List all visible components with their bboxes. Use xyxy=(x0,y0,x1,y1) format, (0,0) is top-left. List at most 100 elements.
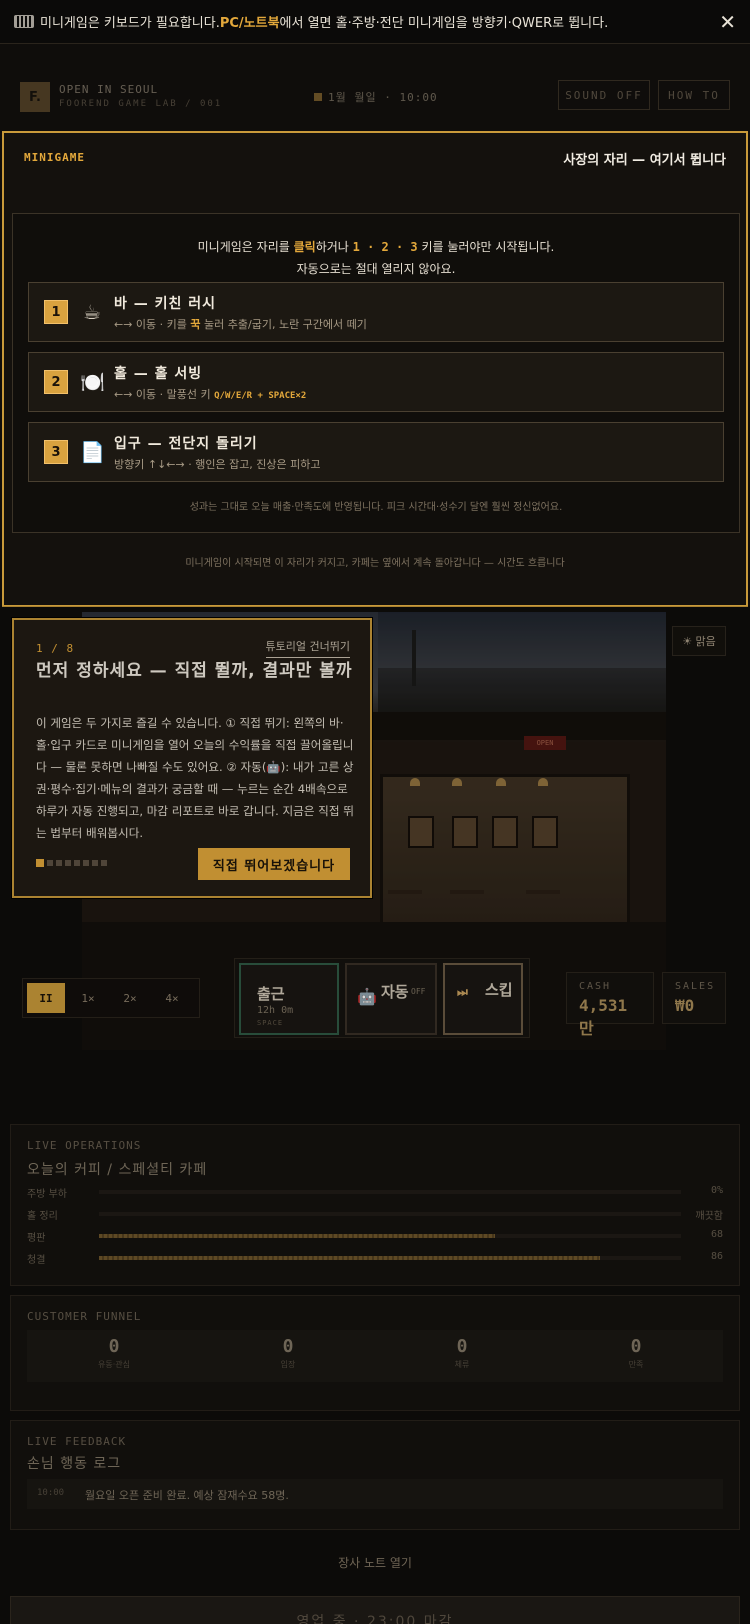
speed-4x-button[interactable]: 4× xyxy=(153,983,191,1013)
notice-highlight: PC/노트북 xyxy=(219,16,280,31)
notes-link[interactable]: 장사 노트 열기 xyxy=(0,1554,750,1571)
clock-in-button[interactable]: 출근 12h 0m SPACE xyxy=(239,963,339,1035)
cash-label: CASH xyxy=(579,981,612,992)
clock-in-sub: 12h 0m xyxy=(257,1005,294,1016)
customer-funnel-card: CUSTOMER FUNNEL 0 유동·관심 0 입장 0 체류 0 만족 xyxy=(10,1295,740,1411)
game-title: 바 — 키친 러시 xyxy=(114,295,217,312)
clock-in-key: SPACE xyxy=(257,1019,284,1027)
tutorial-skip-link[interactable]: 튜토리얼 건너뛰기 xyxy=(265,638,350,658)
clock-text: 1월 월일 · 10:00 xyxy=(328,91,438,104)
funnel-label: CUSTOMER FUNNEL xyxy=(27,1310,142,1323)
skip-button[interactable]: ⏭ 스킵 xyxy=(443,963,523,1035)
keyboard-icon xyxy=(14,15,34,28)
brand: OPEN IN SEOUL FOOREND GAME LAB / 001 xyxy=(59,82,222,112)
game-desc: ←→ 이동 · 말풍선 키 Q/W/E/R + SPACE×2 xyxy=(114,387,307,401)
game-desc: ←→ 이동 · 키를 꾹 눌러 추출/굽기, 노란 구간에서 떼기 xyxy=(114,317,367,331)
log-time: 10:00 xyxy=(37,1488,65,1498)
live-ops-title: 오늘의 커피 / 스페셜티 카페 xyxy=(27,1162,208,1178)
tutorial-start-button[interactable]: 직접 뛰어보겠습니다 xyxy=(198,848,350,880)
action-controls: 출근 12h 0m SPACE 🤖 자동 OFF ⏭ 스킵 xyxy=(234,958,530,1038)
skip-icon: ⏭ xyxy=(457,985,468,999)
cash-stat: CASH 4,531만 xyxy=(566,972,654,1038)
speed-2x-button[interactable]: 2× xyxy=(111,983,149,1013)
coffee-cup-icon: ☕ xyxy=(83,300,101,324)
log-text: 월요일 오픈 준비 완료. 예상 잠재수요 58명. xyxy=(85,1489,289,1502)
minigame-title: 사장의 자리 — 여기서 뜁니다 xyxy=(563,153,726,168)
pause-button[interactable]: II xyxy=(27,983,65,1013)
meter-value: 깨끗함 xyxy=(695,1211,723,1222)
meter-name: 홀 정리 xyxy=(27,1211,58,1222)
tutorial-body: 이 게임은 두 가지로 즐길 수 있습니다. ① 직접 뛰기: 왼쪽의 바·홀·… xyxy=(36,716,354,840)
app-title: OPEN IN SEOUL xyxy=(59,83,159,96)
progress-dot xyxy=(56,860,62,866)
minigame-footnote: 성과는 그대로 오늘 매출·만족도에 반영됩니다. 피크 시간대·성수기 달엔 … xyxy=(189,502,563,513)
game-title: 입구 — 전단지 돌리기 xyxy=(114,435,258,452)
funnel-item: 0 만족 xyxy=(628,1336,644,1369)
auto-button[interactable]: 🤖 자동 OFF xyxy=(345,963,437,1035)
auto-state: OFF xyxy=(411,987,426,996)
howto-button[interactable]: HOW TO xyxy=(658,80,730,110)
meter-row: 홀 정리 깨끗함 xyxy=(27,1207,723,1222)
game-clock: 1월 월일 · 10:00 xyxy=(314,89,438,105)
minigame-panel: MINIGAME 사장의 자리 — 여기서 뜁니다 미니게임은 자리를 클릭하거… xyxy=(2,131,748,607)
progress-dot xyxy=(83,860,89,866)
auto-title: 자동 xyxy=(381,983,409,1001)
meter-track xyxy=(99,1190,681,1194)
game-title: 홀 — 홀 서빙 xyxy=(114,365,203,382)
minigame-footnote-2: 미니게임이 시작되면 이 자리가 커지고, 카페는 옆에서 계속 돌아갑니다 —… xyxy=(185,558,565,569)
progress-dot xyxy=(92,860,98,866)
live-feedback-card: LIVE FEEDBACK 손님 행동 로그 10:00 월요일 오픈 준비 완… xyxy=(10,1420,740,1530)
progress-dot xyxy=(47,860,53,866)
clock-square-icon xyxy=(314,93,322,101)
robot-icon: 🤖 xyxy=(357,987,377,1006)
app-subtitle: FOOREND GAME LAB / 001 xyxy=(59,99,223,109)
funnel-item: 0 유동·관심 xyxy=(98,1336,130,1369)
cash-value: 4,531만 xyxy=(579,996,628,1038)
meter-name: 청결 xyxy=(27,1255,46,1266)
meter-value: 86 xyxy=(710,1251,723,1262)
minigame-entrance-card[interactable]: 3 📄 입구 — 전단지 돌리기 방향키 ↑↓←→ · 행인은 잡고, 진상은 … xyxy=(28,422,724,482)
weather-badge: ☀ 맑음 xyxy=(672,626,726,656)
minigame-hall-card[interactable]: 2 🍽️ 홀 — 홀 서빙 ←→ 이동 · 말풍선 키 Q/W/E/R + SP… xyxy=(28,352,724,412)
notice-prefix: 미니게임은 키보드가 필요합니다. xyxy=(40,16,220,31)
live-operations-card: LIVE OPERATIONS 오늘의 커피 / 스페셜티 카페 주방 부하 0%… xyxy=(10,1124,740,1286)
tutorial-title: 먼저 정하세요 — 직접 뛸까, 결과만 볼까 xyxy=(36,661,353,681)
sales-label: SALES xyxy=(675,981,716,992)
intro-click: 클릭 xyxy=(293,240,316,254)
meter-track xyxy=(99,1256,681,1260)
minigame-inner: 미니게임은 자리를 클릭하거나 1 · 2 · 3 키를 눌러야만 시작됩니다.… xyxy=(12,213,740,533)
minigame-bar-card[interactable]: 1 ☕ 바 — 키친 러시 ←→ 이동 · 키를 꾹 눌러 추출/굽기, 노란 … xyxy=(28,282,724,342)
minigame-label: MINIGAME xyxy=(24,151,85,164)
funnel-item: 0 입장 xyxy=(280,1336,296,1369)
sales-stat: SALES ₩0 xyxy=(662,972,726,1024)
progress-dot xyxy=(36,859,44,867)
clock-in-title: 출근 xyxy=(257,985,285,1003)
sales-value: ₩0 xyxy=(675,996,695,1015)
game-desc: 방향키 ↑↓←→ · 행인은 잡고, 진상은 피하고 xyxy=(114,457,321,471)
meter-row: 주방 부하 0% xyxy=(27,1185,723,1200)
logo: F. xyxy=(20,82,50,112)
meter-row: 평판 68 xyxy=(27,1229,723,1244)
meter-name: 주방 부하 xyxy=(27,1189,67,1200)
funnel-item: 0 체류 xyxy=(454,1336,470,1369)
sound-button[interactable]: SOUND OFF xyxy=(558,80,650,110)
tutorial-card: 1 / 8 튜토리얼 건너뛰기 먼저 정하세요 — 직접 뛸까, 결과만 볼까 … xyxy=(12,618,372,898)
game-number: 1 xyxy=(44,300,68,324)
skip-title: 스킵 xyxy=(485,981,513,999)
game-number: 3 xyxy=(44,440,68,464)
meter-value: 68 xyxy=(710,1229,723,1240)
game-number: 2 xyxy=(44,370,68,394)
meter-track xyxy=(99,1234,681,1238)
speed-1x-button[interactable]: 1× xyxy=(69,983,107,1013)
minigame-intro: 미니게임은 자리를 클릭하거나 1 · 2 · 3 키를 눌러야만 시작됩니다.… xyxy=(13,236,739,280)
intro-keys: 1 · 2 · 3 xyxy=(352,240,418,254)
intro-text-a: 미니게임은 자리를 xyxy=(197,240,294,254)
tutorial-step: 1 / 8 xyxy=(36,642,75,655)
funnel-row: 0 유동·관심 0 입장 0 체류 0 만족 xyxy=(27,1330,723,1382)
meter-name: 평판 xyxy=(27,1233,46,1244)
meter-fill xyxy=(99,1234,495,1238)
progress-dot xyxy=(101,860,107,866)
progress-dot xyxy=(65,860,71,866)
close-icon[interactable]: ✕ xyxy=(719,10,736,34)
plate-icon: 🍽️ xyxy=(80,370,105,394)
